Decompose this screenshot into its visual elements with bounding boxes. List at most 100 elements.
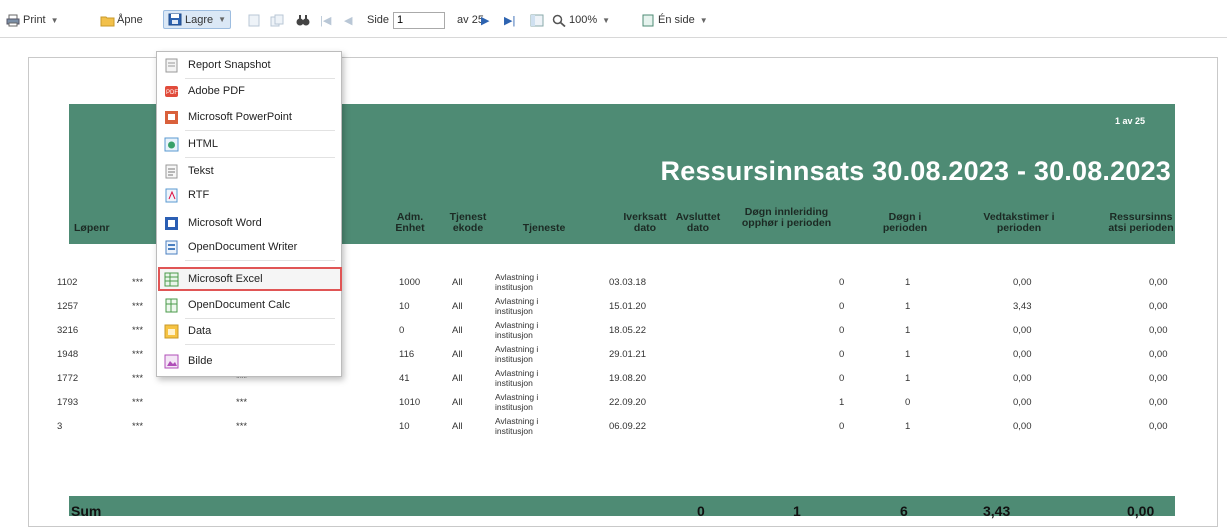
col-vedtakstimer: Vedtakstimer i perioden [983, 211, 1055, 234]
chevron-down-icon: ▼ [602, 15, 611, 25]
print-button[interactable]: Print ▼ [6, 11, 59, 29]
menu-item-opendocument-writer[interactable]: OpenDocument Writer [161, 236, 339, 258]
sum-row: Sum 0 1 6 3,43 0,00 [69, 496, 1175, 519]
cell-opphor: 0 [839, 421, 845, 432]
chevron-down-icon: ▼ [50, 15, 59, 25]
page-number-input[interactable] [393, 11, 446, 29]
text-icon [164, 164, 179, 179]
cell-lopenr: 3 [57, 421, 63, 432]
cell-ressursinnsats: 0,00 [1149, 373, 1168, 384]
first-export-icon-button[interactable] [247, 11, 264, 29]
chevron-down-icon: ▼ [218, 15, 227, 24]
cell-iverksatt: 03.03.18 [609, 277, 646, 288]
menu-item-microsoft-word[interactable]: Microsoft Word [161, 212, 339, 234]
cell-lopenr: 3216 [57, 325, 79, 336]
cell-masked: *** [132, 421, 144, 432]
menu-item-microsoft-excel[interactable]: Microsoft Excel [158, 267, 342, 291]
find-button[interactable] [296, 11, 313, 29]
sum-label: Sum [71, 503, 102, 519]
cell-iverksatt: 15.01.20 [609, 301, 646, 312]
cell-masked: *** [236, 397, 248, 408]
cell-ressursinnsats: 0,00 [1149, 325, 1168, 336]
report-toolbar: Print ▼ Åpne Lagre ▼ |◀ ◀ Side 1 av 25 ▶… [0, 0, 1227, 38]
folder-icon [100, 14, 115, 27]
data-icon [164, 324, 179, 339]
cell-masked: *** [132, 325, 144, 336]
odt-icon [164, 240, 179, 255]
export-menu: Report Snapshot PDF Adobe PDF Microsoft … [156, 51, 342, 377]
print-label: Print [23, 14, 46, 26]
cell-masked: *** [132, 277, 144, 288]
save-button[interactable]: Lagre ▼ [163, 10, 232, 29]
menu-item-bilde[interactable]: Bilde [161, 350, 339, 372]
cell-tjenestekode: All [452, 301, 463, 312]
page-indicator: 1 av 25 [1114, 116, 1145, 126]
cell-ressursinnsats: 0,00 [1149, 349, 1168, 360]
menu-item-label: HTML [188, 138, 218, 150]
svg-text:PDF: PDF [166, 90, 178, 96]
cell-vedtakstimer: 0,00 [1013, 325, 1032, 336]
menu-item-html[interactable]: HTML [161, 133, 339, 155]
menu-item-tekst[interactable]: Tekst [161, 160, 339, 182]
first-page-button[interactable]: |◀ [320, 11, 331, 29]
table-row: 3 *** *** 10 All Avlastning i institusjo… [57, 414, 1175, 440]
cell-vedtakstimer: 3,43 [1013, 301, 1032, 312]
menu-item-rtf[interactable]: RTF [161, 184, 339, 206]
cell-lopenr: 1102 [57, 277, 78, 288]
printer-icon [6, 14, 20, 27]
cell-lopenr: 1772 [57, 373, 79, 384]
cell-dogn: 1 [905, 373, 911, 384]
menu-item-report-snapshot[interactable]: Report Snapshot [161, 54, 339, 76]
cell-tjeneste: Avlastning i institusjon [495, 392, 539, 412]
page-navigator: Side av 25 [367, 11, 484, 29]
floppy-disk-icon [168, 13, 182, 26]
cell-tjeneste: Avlastning i institusjon [495, 368, 539, 388]
single-page-icon [641, 14, 655, 27]
cell-ressursinnsats: 0,00 [1149, 421, 1168, 432]
cell-iverksatt: 19.08.20 [609, 373, 646, 384]
report-title: Ressursinnsats 30.08.2023 - 30.08.2023 [660, 156, 1171, 186]
menu-divider [185, 318, 335, 319]
open-button[interactable]: Åpne [100, 11, 143, 29]
col-avsluttet: Avsluttet dato [675, 211, 721, 234]
menu-item-opendocument-calc[interactable]: OpenDocument Calc [161, 294, 339, 316]
cell-dogn: 1 [905, 421, 911, 432]
menu-item-label: Report Snapshot [188, 59, 271, 71]
menu-item-label: Data [188, 325, 212, 337]
previous-page-button[interactable]: ◀ [344, 11, 352, 29]
menu-item-label: OpenDocument Writer [188, 241, 298, 253]
copy-button[interactable] [270, 11, 287, 29]
cell-adm-enhet: 116 [399, 349, 415, 360]
last-page-button[interactable]: ▶| [504, 11, 515, 29]
cell-iverksatt: 18.05.22 [609, 325, 646, 336]
cell-dogn: 1 [905, 301, 911, 312]
cell-opphor: 0 [839, 349, 845, 360]
cell-opphor: 1 [839, 397, 845, 408]
sum-ressursinnsats: 0,00 [1127, 503, 1155, 519]
cell-vedtakstimer: 0,00 [1013, 277, 1032, 288]
table-row: 1793 *** *** 1010 All Avlastning i insti… [57, 390, 1175, 416]
menu-item-label: Microsoft Word [188, 217, 262, 229]
cell-tjeneste: Avlastning i institusjon [495, 344, 539, 364]
toggle-sidebar-button[interactable] [530, 11, 547, 29]
cell-opphor: 0 [839, 277, 845, 288]
magnifier-icon [552, 14, 566, 27]
cell-tjenestekode: All [452, 397, 463, 408]
cell-tjenestekode: All [452, 373, 463, 384]
col-tjenestekode: Tjenest ekode [449, 211, 487, 234]
view-mode-dropdown[interactable]: Én side ▼ [641, 11, 708, 29]
col-iverksatt: Iverksatt dato [623, 211, 667, 234]
next-page-button[interactable]: ▶ [481, 11, 489, 29]
col-dogn-perioden: Døgn i perioden [882, 211, 928, 234]
menu-item-label: RTF [188, 189, 210, 201]
chevron-down-icon: ▼ [699, 15, 708, 25]
zoom-dropdown[interactable]: 100% ▼ [552, 11, 610, 29]
cell-opphor: 0 [839, 373, 845, 384]
menu-item-microsoft-powerpoint[interactable]: Microsoft PowerPoint [161, 106, 339, 128]
menu-divider [185, 130, 335, 131]
cell-lopenr: 1793 [57, 397, 79, 408]
document-icon [247, 14, 261, 27]
menu-item-data[interactable]: Data [161, 320, 339, 342]
menu-item-adobe-pdf[interactable]: PDF Adobe PDF [161, 80, 339, 102]
pdf-icon: PDF [164, 84, 179, 99]
